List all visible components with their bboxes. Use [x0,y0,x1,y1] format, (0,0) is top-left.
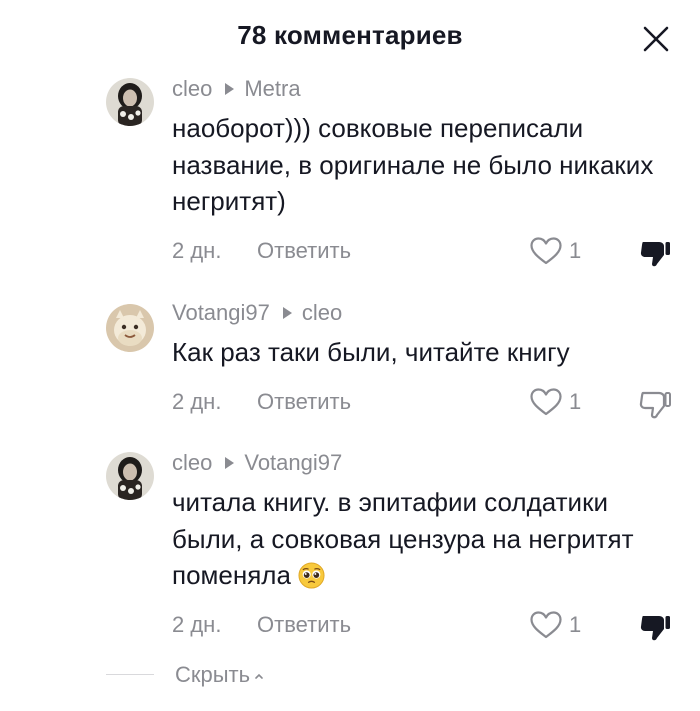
reply-to-name[interactable]: Votangi97 [244,450,342,475]
like-button[interactable]: 1 [529,236,601,266]
comment-meta: cleo Votangi97 [172,448,672,478]
comments-header: 78 комментариев [0,0,700,74]
comment-text: наоборот))) совковые переписали название… [172,113,654,216]
comment-time: 2 дн. [172,612,222,637]
dislike-icon[interactable] [637,387,673,423]
hide-replies-label: Скрыть [175,662,251,687]
author-name[interactable]: Votangi97 [172,300,270,325]
heart-icon [530,611,562,639]
chevron-up-icon [255,674,263,679]
like-button[interactable]: 1 [529,610,601,640]
reply-to-name[interactable]: Metra [244,76,300,101]
heart-icon [530,388,562,416]
hide-replies-button[interactable]: Скрыть [175,660,264,690]
comments-count-title: 78 комментариев [237,20,463,50]
heart-icon [530,237,562,265]
close-icon[interactable] [637,20,677,60]
avatar[interactable] [106,452,154,500]
reply-button[interactable]: Ответить [257,387,351,417]
like-count: 1 [569,612,582,637]
pleading-face-emoji-icon [298,562,325,589]
comment-actions: 2 дн. Ответить 1 [172,610,672,641]
reply-button[interactable]: Ответить [257,236,351,266]
author-name[interactable]: cleo [172,76,212,101]
author-name[interactable]: cleo [172,450,212,475]
avatar[interactable] [106,304,154,352]
dislike-filled-icon[interactable] [637,610,673,646]
like-count: 1 [569,238,582,263]
dislike-filled-icon[interactable] [637,236,673,272]
comment-text-block: читала книгу. в эпитафии солдатики были,… [172,484,672,594]
comment-time: 2 дн. [172,389,222,414]
like-count: 1 [569,389,582,414]
reply-arrow-icon [225,82,235,95]
divider [106,674,154,675]
hide-replies-row: Скрыть [0,660,700,690]
comment-meta: Votangi97 cleo [172,298,672,328]
like-button[interactable]: 1 [529,387,601,417]
comment-time: 2 дн. [172,238,222,263]
comment-actions: 2 дн. Ответить 1 [172,387,672,419]
reply-arrow-icon [225,456,235,469]
reply-to-name[interactable]: cleo [302,300,342,325]
comment-text: читала книгу. в эпитафии солдатики были,… [172,487,634,590]
comment-text: Как раз таки были, читайте книгу [172,337,570,367]
reply-arrow-icon [282,306,292,319]
comment-actions: 2 дн. Ответить 1 [172,236,672,267]
reply-button[interactable]: Ответить [257,610,351,640]
comment-meta: cleo Metra [172,74,672,104]
avatar[interactable] [106,78,154,126]
